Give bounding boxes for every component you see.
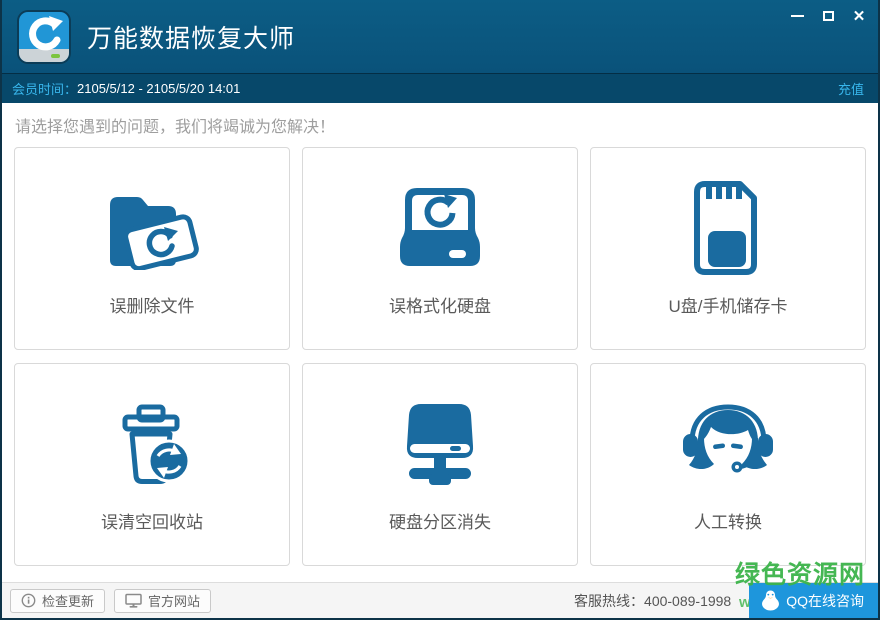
qq-consult-label: QQ在线咨询 [786,591,864,611]
member-time-label: 会员时间： [12,79,77,98]
card-formatted-disk[interactable]: 误格式化硬盘 [302,147,578,350]
recycle-bin-restore-icon [106,392,198,496]
monitor-icon [125,593,142,608]
maximize-icon[interactable] [821,8,835,24]
status-bar: 检查更新 官方网站 客服热线：400-089-1998 QQ在线咨询 [2,582,878,618]
card-label: 硬盘分区消失 [389,508,491,533]
footer-right-group: 客服热线：400-089-1998 QQ在线咨询 [574,583,878,618]
qq-penguin-icon [761,590,780,611]
drive-format-restore-icon [396,176,484,280]
card-partition-lost[interactable]: 硬盘分区消失 [302,363,578,566]
info-icon [21,593,36,608]
card-label: 人工转换 [694,508,762,533]
card-manual-service[interactable]: 人工转换 [590,363,866,566]
app-window: 万能数据恢复大师 ✕ 会员时间： 2105/5/12 - 2105/5/20 1… [0,0,880,620]
card-label: 误删除文件 [110,292,195,317]
official-site-button[interactable]: 官方网站 [114,589,211,613]
card-emptied-recycle-bin[interactable]: 误清空回收站 [14,363,290,566]
folder-restore-icon [102,176,202,280]
app-logo-icon [16,9,72,65]
app-title: 万能数据恢复大师 [87,19,295,55]
check-update-button[interactable]: 检查更新 [10,589,105,613]
problem-card-grid: 误删除文件 误格式化硬盘 [14,147,866,566]
main-content: 请选择您遇到的问题，我们将竭诚为您解决！ 误删除文件 [2,113,878,566]
check-update-label: 检查更新 [42,591,94,610]
card-label: U盘/手机储存卡 [669,292,788,317]
memory-card-icon [691,176,765,280]
card-usb-memory-card[interactable]: U盘/手机储存卡 [590,147,866,350]
member-time-value: 2105/5/12 - 2105/5/20 14:01 [77,81,240,96]
support-agent-icon [678,392,778,496]
card-label: 误清空回收站 [101,508,203,533]
qq-consult-button[interactable]: QQ在线咨询 [749,583,878,618]
card-label: 误格式化硬盘 [389,292,491,317]
minimize-icon[interactable] [790,8,804,24]
official-site-label: 官方网站 [148,591,200,610]
title-bar: 万能数据恢复大师 ✕ [2,0,878,73]
recharge-link[interactable]: 充值 [838,79,864,98]
page-heading: 请选择您遇到的问题，我们将竭诚为您解决！ [15,113,866,137]
window-controls: ✕ [790,7,866,25]
partition-lost-icon [394,392,486,496]
member-bar: 会员时间： 2105/5/12 - 2105/5/20 14:01 充值 [2,73,878,103]
card-deleted-files[interactable]: 误删除文件 [14,147,290,350]
close-icon[interactable]: ✕ [852,8,866,24]
hotline-text: 客服热线：400-089-1998 [574,591,731,611]
